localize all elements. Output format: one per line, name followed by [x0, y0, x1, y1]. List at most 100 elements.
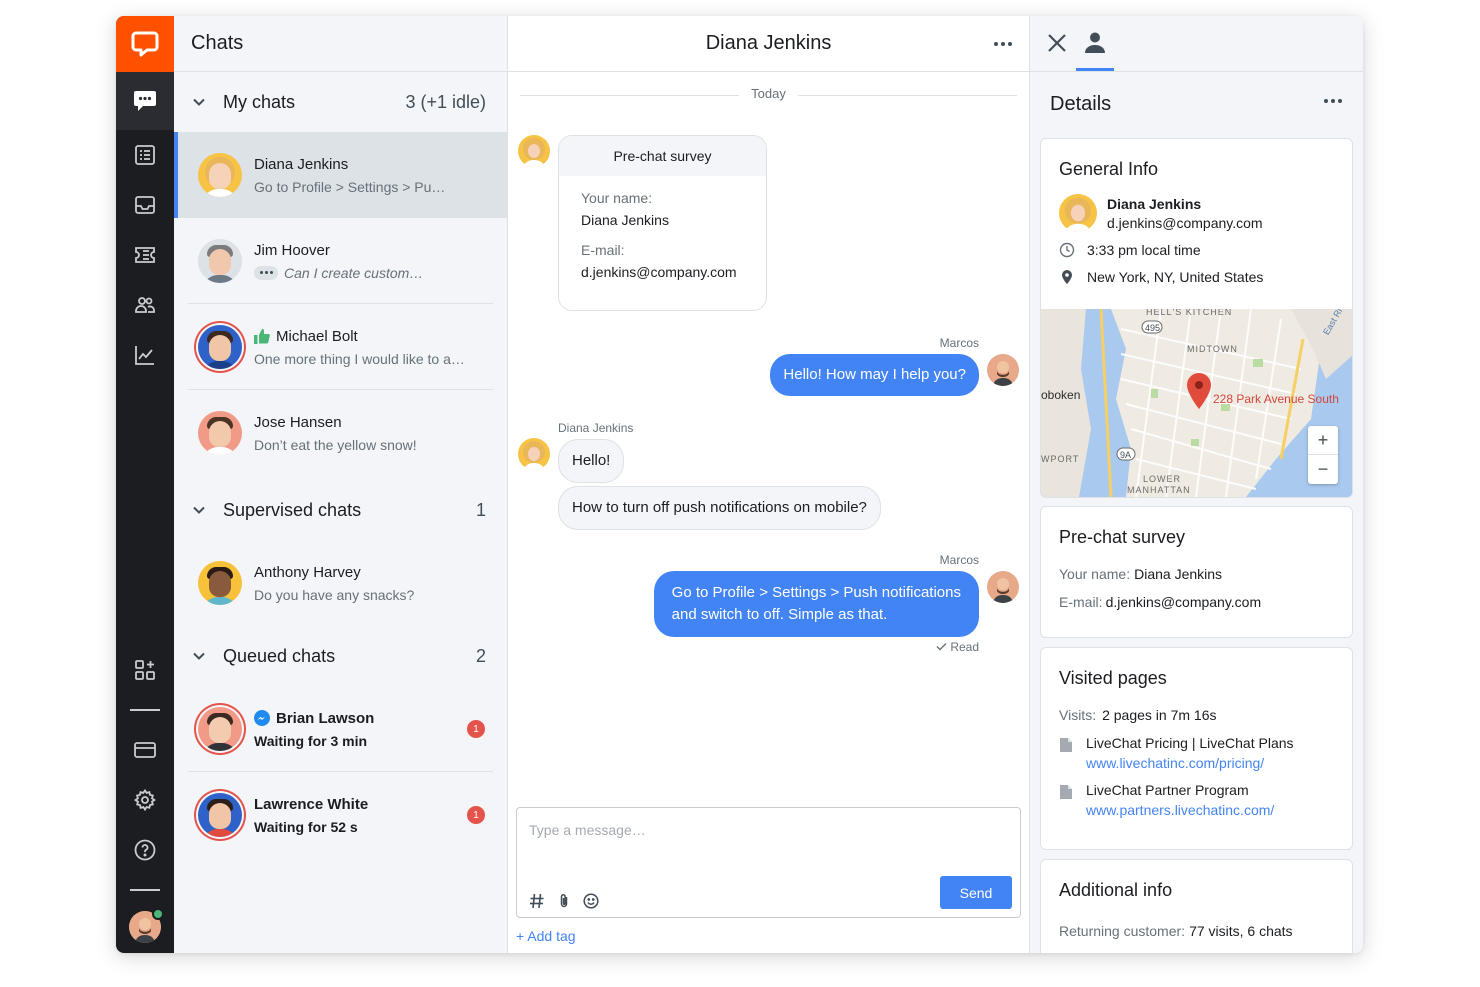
emoji-icon[interactable] — [583, 893, 599, 909]
livechat-logo-icon — [131, 31, 159, 57]
map-label: MIDTOWN — [1187, 344, 1238, 354]
my-avatar[interactable] — [129, 908, 164, 943]
zoom-out-button[interactable]: − — [1308, 455, 1338, 484]
group-queued-chats[interactable]: Queued chats 2 — [174, 626, 507, 686]
details-tabs — [1030, 16, 1363, 72]
online-status-dot — [152, 908, 164, 920]
agent-avatar — [987, 354, 1019, 386]
ticket-icon — [135, 247, 155, 263]
map-label: HELL'S KITCHEN — [1146, 309, 1232, 317]
chat-item-anthony-harvey[interactable]: Anthony Harvey Do you have any snacks? — [174, 540, 507, 626]
returning-value: 77 visits, 6 chats — [1189, 923, 1293, 939]
pre-chat-survey-card: Pre-chat survey Your name: Diana Jenkins… — [558, 135, 767, 311]
chat-preview: Do you have any snacks? — [254, 586, 415, 603]
message-line: and switch to off. Simple as that. — [671, 606, 888, 623]
conversation-more-button[interactable] — [993, 34, 1013, 60]
group-supervised-chats[interactable]: Supervised chats 1 — [174, 480, 507, 540]
nav-archives[interactable] — [116, 130, 174, 180]
chat-item-brian-lawson[interactable]: Brian Lawson Waiting for 3 min 1 — [174, 686, 507, 772]
customer-avatar — [1059, 194, 1097, 232]
document-icon — [1060, 738, 1072, 752]
tab-customer[interactable] — [1084, 31, 1106, 58]
chat-item-michael-bolt[interactable]: Michael Bolt One more thing I would like… — [174, 304, 507, 390]
chevron-down-icon — [193, 98, 205, 106]
local-time: 3:33 pm local time — [1087, 242, 1201, 258]
nav-billing[interactable] — [116, 725, 174, 775]
chat-item-diana-jenkins[interactable]: Diana Jenkins Go to Profile > Settings >… — [174, 132, 507, 218]
survey-name-label: Your name: — [581, 190, 653, 206]
chevron-down-icon — [193, 506, 205, 514]
chat-name: Diana Jenkins — [254, 155, 349, 173]
chat-bubble-icon — [134, 91, 156, 111]
survey-email-label: E-mail: — [1059, 594, 1103, 610]
details-more-button[interactable] — [1323, 91, 1343, 117]
avatar — [198, 153, 242, 197]
gear-icon — [134, 789, 156, 811]
app-logo[interactable] — [116, 16, 174, 72]
survey-name-value: Diana Jenkins — [1134, 566, 1223, 582]
chat-preview: Go to Profile > Settings > Pu… — [254, 178, 446, 195]
card-icon — [134, 742, 156, 758]
send-button[interactable]: Send — [940, 876, 1012, 909]
chat-name: Jose Hansen — [254, 413, 342, 431]
details-panel: Details General Info Diana Jenkins d.jen… — [1030, 16, 1363, 953]
map-label: WPORT — [1041, 454, 1079, 464]
agent-avatar — [987, 571, 1019, 603]
group-my-chats[interactable]: My chats 3 (+1 idle) — [174, 72, 507, 132]
general-info-title: General Info — [1059, 159, 1159, 179]
message-line: Go to Profile > Settings > Push notifica… — [671, 584, 961, 601]
chat-item-jim-hoover[interactable]: Jim Hoover Can I create custom… — [174, 218, 507, 304]
messenger-icon — [254, 710, 270, 726]
visited-page-title: LiveChat Partner Program — [1086, 782, 1249, 798]
paperclip-icon[interactable] — [557, 893, 571, 909]
zoom-in-button[interactable]: + — [1308, 426, 1338, 455]
additional-info-title: Additional info — [1059, 880, 1173, 900]
conversation-title: Diana Jenkins — [705, 32, 832, 54]
customer-avatar — [518, 135, 550, 167]
livechat-app: Chats My chats 3 (+1 idle) Diana Jenkins… — [116, 16, 1363, 953]
nav-inbox[interactable] — [116, 180, 174, 230]
visited-page-url[interactable]: www.partners.livechatinc.com/ — [1086, 802, 1274, 818]
user-icon — [1085, 32, 1105, 53]
map-label: LOWER — [1143, 474, 1181, 484]
customer-avatar — [518, 438, 550, 470]
main-nav — [116, 16, 174, 953]
nav-separator — [130, 889, 160, 891]
customer-name: Diana Jenkins — [1107, 195, 1202, 212]
unread-badge: 1 — [467, 720, 485, 738]
chat-item-lawrence-white[interactable]: Lawrence White Waiting for 52 s 1 — [174, 772, 507, 858]
survey-name-value: Diana Jenkins — [581, 212, 669, 228]
message-bubble: How to turn off push notifications on mo… — [558, 486, 881, 530]
visited-page-url[interactable]: www.livechatinc.com/pricing/ — [1086, 755, 1294, 771]
nav-separator — [130, 709, 160, 711]
typing-indicator-icon — [254, 265, 278, 280]
nav-customers[interactable] — [116, 280, 174, 330]
more-horizontal-icon — [1324, 99, 1342, 103]
help-icon — [134, 839, 156, 861]
hashtag-icon[interactable] — [529, 893, 545, 909]
chat-name: Brian Lawson — [276, 709, 375, 727]
chat-name: Lawrence White — [254, 795, 369, 813]
chat-name: Anthony Harvey — [254, 563, 361, 581]
message-bubble: Hello! How may I help you? — [770, 354, 979, 396]
location-map[interactable]: 228 Park Avenue South HELL'S KITCHEN MID… — [1041, 309, 1352, 497]
clock-icon — [1059, 242, 1075, 258]
map-image: 228 Park Avenue South HELL'S KITCHEN MID… — [1041, 309, 1352, 497]
chat-preview: Waiting for 3 min — [254, 732, 368, 749]
add-tag-link[interactable]: + Add tag — [516, 928, 576, 944]
nav-chats[interactable] — [116, 72, 174, 130]
chat-item-jose-hansen[interactable]: Jose Hansen Don’t eat the yellow snow! — [174, 390, 507, 476]
nav-tickets[interactable] — [116, 230, 174, 280]
nav-reports[interactable] — [116, 330, 174, 380]
nav-apps[interactable] — [116, 645, 174, 695]
nav-settings[interactable] — [116, 775, 174, 825]
close-details-button[interactable] — [1046, 32, 1068, 59]
visits-label: Visits: — [1059, 707, 1097, 723]
chart-icon — [135, 346, 154, 365]
returning-label: Returning customer: — [1059, 923, 1186, 939]
nav-help[interactable] — [116, 825, 174, 875]
group-count: 2 — [475, 645, 486, 666]
message-composer[interactable]: Type a message… Send — [516, 807, 1021, 918]
general-info-panel: General Info Diana Jenkins d.jenkins@com… — [1040, 138, 1353, 498]
survey-card-title: Pre-chat survey — [559, 136, 766, 176]
